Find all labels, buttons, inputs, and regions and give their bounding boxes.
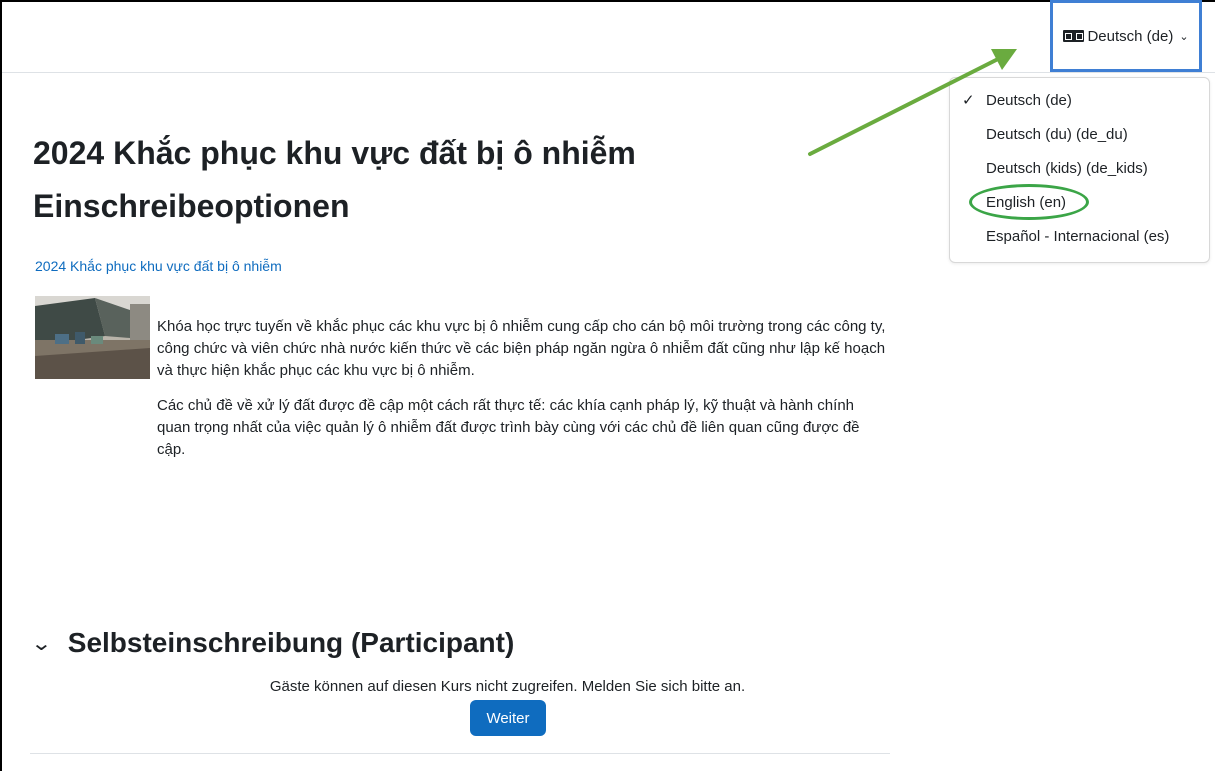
top-navbar xyxy=(2,2,1215,73)
chevron-down-icon[interactable]: ⌄ xyxy=(30,631,52,656)
language-option-label: Español - Internacional (es) xyxy=(986,228,1170,245)
continue-button[interactable]: Weiter xyxy=(470,700,546,736)
language-option-de-kids[interactable]: Deutsch (kids) (de_kids) xyxy=(950,153,1209,187)
language-option-label: Deutsch (de) xyxy=(986,92,1072,109)
section-divider xyxy=(30,753,890,754)
language-option-label: Deutsch (kids) (de_kids) xyxy=(986,160,1148,177)
guest-access-message: Gäste können auf diesen Kurs nicht zugre… xyxy=(269,678,746,695)
summary-paragraph: Các chủ đề về xử lý đất được đề cập một … xyxy=(157,397,860,458)
language-option-en[interactable]: English (en) xyxy=(950,187,1209,221)
language-option-label: Deutsch (du) (de_du) xyxy=(986,126,1128,143)
language-icon xyxy=(1063,30,1085,42)
language-menu-button[interactable]: Deutsch (de) ⌄ xyxy=(1050,0,1202,72)
language-button-label: Deutsch (de) xyxy=(1087,27,1174,45)
chevron-down-icon: ⌄ xyxy=(1179,30,1189,43)
language-option-label: English (en) xyxy=(986,194,1067,211)
language-dropdown-menu: ✓ Deutsch (de) Deutsch (du) (de_du) Deut… xyxy=(949,77,1210,263)
language-option-es[interactable]: Español - Internacional (es) xyxy=(950,221,1209,255)
language-option-de[interactable]: ✓ Deutsch (de) xyxy=(950,85,1209,119)
enrolment-section-title: Selbsteinschreibung (Participant) xyxy=(67,627,515,658)
enrolment-section-header[interactable]: ⌄ Selbsteinschreibung (Participant) xyxy=(30,627,515,659)
course-link[interactable]: 2024 Khắc phục khu vực đất bị ô nhiễm xyxy=(35,258,282,274)
check-icon: ✓ xyxy=(962,92,975,109)
frame-border-left xyxy=(0,0,2,771)
course-summary: Khóa học trực tuyến về khắc phục các khu… xyxy=(157,316,887,474)
course-image xyxy=(35,296,150,379)
page-title: 2024 Khắc phục khu vực đất bị ô nhiễm xyxy=(33,135,636,171)
language-option-de-du[interactable]: Deutsch (du) (de_du) xyxy=(950,119,1209,153)
summary-paragraph: Khóa học trực tuyến về khắc phục các khu… xyxy=(157,318,886,379)
page-subtitle: Einschreibeoptionen xyxy=(33,188,350,224)
